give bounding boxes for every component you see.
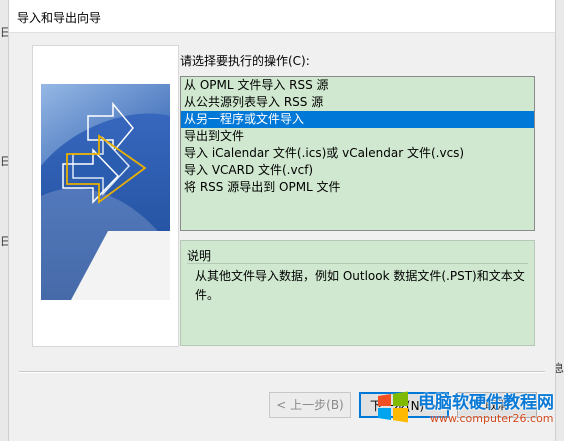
wizard-illustration [32,45,179,347]
list-item[interactable]: 从公共源列表导入 RSS 源 [181,94,534,111]
action-listbox[interactable]: 从 OPML 文件导入 RSS 源 从公共源列表导入 RSS 源 从另一程序或文… [180,76,535,231]
list-item[interactable]: 导出到文件 [181,128,534,145]
description-title: 说明 [187,249,212,263]
watermark-title: 电脑软硬件教程网 [418,393,554,413]
list-item[interactable]: 导入 VCARD 文件(.vcf) [181,162,534,179]
import-export-wizard-dialog: 导入和导出向导 请选择要执行的操作(C): 从 OPML 文件导入 RSS 源 … [8,0,556,441]
description-text: 从其他文件导入数据，例如 Outlook 数据文件(.PST)和文本文件。 [195,269,525,302]
list-item[interactable]: 将 RSS 源导出到 OPML 文件 [181,179,534,196]
action-prompt-label: 请选择要执行的操作(C): [180,54,310,68]
windows-logo-icon [378,391,408,423]
wizard-arrows-graphic [41,84,170,300]
dialog-title: 导入和导出向导 [17,11,102,25]
group-divider [187,263,528,264]
site-watermark: 电脑软硬件教程网 www.computer26.com [372,384,564,436]
list-item[interactable]: 从 OPML 文件导入 RSS 源 [181,77,534,94]
watermark-url: www.computer26.com [430,412,554,425]
list-item[interactable]: 导入 iCalendar 文件(.ics)或 vCalendar 文件(.vcs… [181,145,534,162]
description-group: 说明 从其他文件导入数据，例如 Outlook 数据文件(.PST)和文本文件。 [180,240,535,346]
list-item-selected[interactable]: 从另一程序或文件导入 [181,111,534,128]
dialog-titlebar: 导入和导出向导 [9,0,555,33]
background-app-left-edge [0,0,8,441]
back-button[interactable]: < 上一步(B) [269,392,351,418]
button-separator [19,371,545,373]
